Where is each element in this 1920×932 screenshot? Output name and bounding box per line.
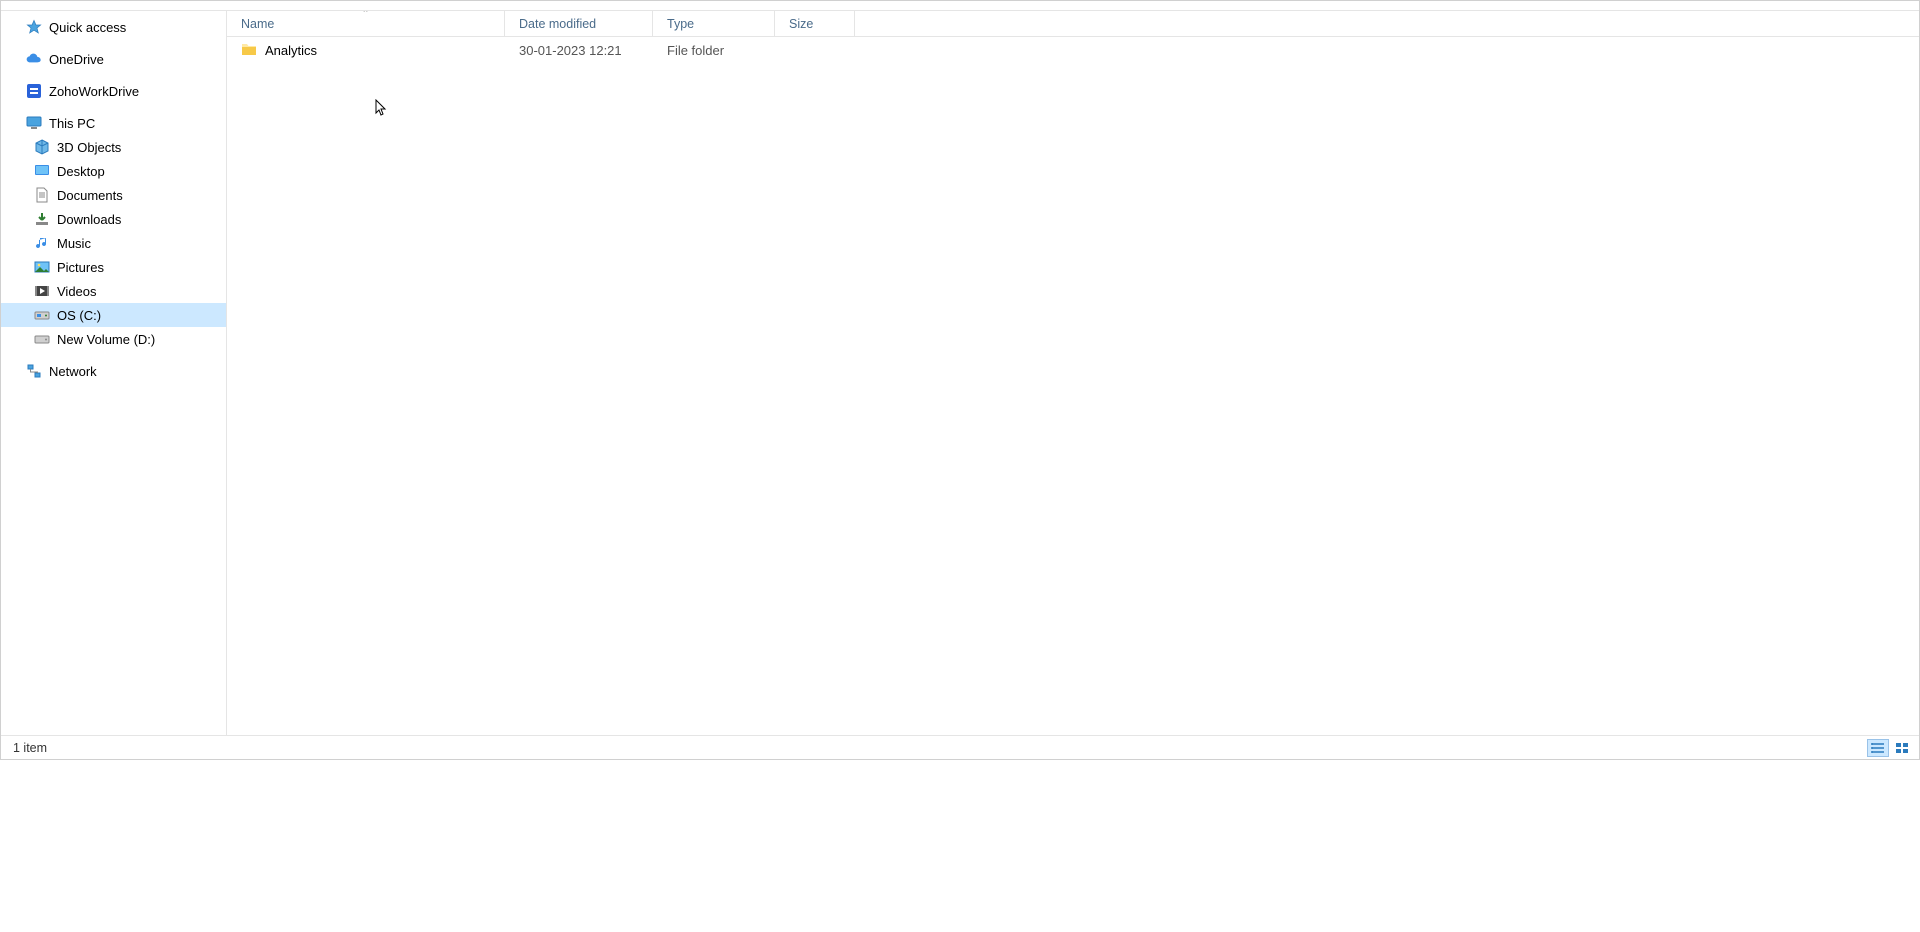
sidebar-label: Videos bbox=[57, 284, 97, 299]
cube-icon bbox=[33, 138, 51, 156]
sidebar-label: New Volume (D:) bbox=[57, 332, 155, 347]
cloud-icon bbox=[25, 50, 43, 68]
column-name[interactable]: ⌃ Name bbox=[227, 11, 505, 36]
star-icon bbox=[25, 18, 43, 36]
download-icon bbox=[33, 210, 51, 228]
sidebar-item-quick-access[interactable]: Quick access bbox=[1, 15, 226, 39]
file-type: File folder bbox=[653, 43, 775, 58]
navigation-pane[interactable]: Quick access OneDrive ZohoWorkDrive bbox=[1, 11, 227, 735]
sidebar-item-music[interactable]: Music bbox=[1, 231, 226, 255]
sidebar-item-osc[interactable]: OS (C:) bbox=[1, 303, 226, 327]
column-headers: ⌃ Name Date modified Type Size bbox=[227, 11, 1919, 37]
column-label: Name bbox=[241, 17, 274, 31]
sidebar-label: Documents bbox=[57, 188, 123, 203]
sort-ascending-icon: ⌃ bbox=[362, 11, 370, 19]
view-details-button[interactable] bbox=[1867, 739, 1889, 757]
sidebar-item-pictures[interactable]: Pictures bbox=[1, 255, 226, 279]
sidebar-label: This PC bbox=[49, 116, 95, 131]
music-icon bbox=[33, 234, 51, 252]
view-mode-buttons bbox=[1867, 739, 1913, 757]
content-pane[interactable]: ⌃ Name Date modified Type Size bbox=[227, 11, 1919, 735]
sidebar-label: ZohoWorkDrive bbox=[49, 84, 139, 99]
sidebar-item-newvol[interactable]: New Volume (D:) bbox=[1, 327, 226, 351]
sidebar-label: OS (C:) bbox=[57, 308, 101, 323]
sidebar-label: Pictures bbox=[57, 260, 104, 275]
cursor-icon bbox=[375, 99, 387, 117]
sidebar-item-videos[interactable]: Videos bbox=[1, 279, 226, 303]
column-label: Date modified bbox=[519, 17, 596, 31]
column-type[interactable]: Type bbox=[653, 11, 775, 36]
column-label: Size bbox=[789, 17, 813, 31]
status-bar: 1 item bbox=[1, 735, 1919, 759]
sidebar-label: 3D Objects bbox=[57, 140, 121, 155]
sidebar-item-network[interactable]: Network bbox=[1, 359, 226, 383]
toolbar-placeholder bbox=[1, 1, 1919, 11]
explorer-window: Quick access OneDrive ZohoWorkDrive bbox=[0, 0, 1920, 760]
file-name: Analytics bbox=[265, 43, 317, 58]
sidebar-label: Desktop bbox=[57, 164, 105, 179]
view-large-icons-button[interactable] bbox=[1891, 739, 1913, 757]
file-date: 30-01-2023 12:21 bbox=[505, 43, 653, 58]
sidebar-item-zoho[interactable]: ZohoWorkDrive bbox=[1, 79, 226, 103]
network-icon bbox=[25, 362, 43, 380]
sidebar-item-documents[interactable]: Documents bbox=[1, 183, 226, 207]
sidebar-item-downloads[interactable]: Downloads bbox=[1, 207, 226, 231]
list-item[interactable]: Analytics 30-01-2023 12:21 File folder bbox=[227, 37, 1919, 63]
sidebar-item-desktop[interactable]: Desktop bbox=[1, 159, 226, 183]
sidebar-item-3d-objects[interactable]: 3D Objects bbox=[1, 135, 226, 159]
videos-icon bbox=[33, 282, 51, 300]
sidebar-label: Downloads bbox=[57, 212, 121, 227]
sidebar-item-onedrive[interactable]: OneDrive bbox=[1, 47, 226, 71]
drive-icon bbox=[33, 330, 51, 348]
sidebar-label: Music bbox=[57, 236, 91, 251]
pictures-icon bbox=[33, 258, 51, 276]
item-count: 1 item bbox=[13, 741, 47, 755]
desktop-icon bbox=[33, 162, 51, 180]
sidebar-item-this-pc[interactable]: This PC bbox=[1, 111, 226, 135]
sidebar-label: OneDrive bbox=[49, 52, 104, 67]
sidebar-label: Quick access bbox=[49, 20, 126, 35]
drive-icon bbox=[33, 306, 51, 324]
column-label: Type bbox=[667, 17, 694, 31]
workdrive-icon bbox=[25, 82, 43, 100]
folder-icon bbox=[241, 42, 257, 59]
column-size[interactable]: Size bbox=[775, 11, 855, 36]
document-icon bbox=[33, 186, 51, 204]
column-date[interactable]: Date modified bbox=[505, 11, 653, 36]
body: Quick access OneDrive ZohoWorkDrive bbox=[1, 11, 1919, 735]
sidebar-label: Network bbox=[49, 364, 97, 379]
file-list[interactable]: Analytics 30-01-2023 12:21 File folder bbox=[227, 37, 1919, 735]
monitor-icon bbox=[25, 114, 43, 132]
